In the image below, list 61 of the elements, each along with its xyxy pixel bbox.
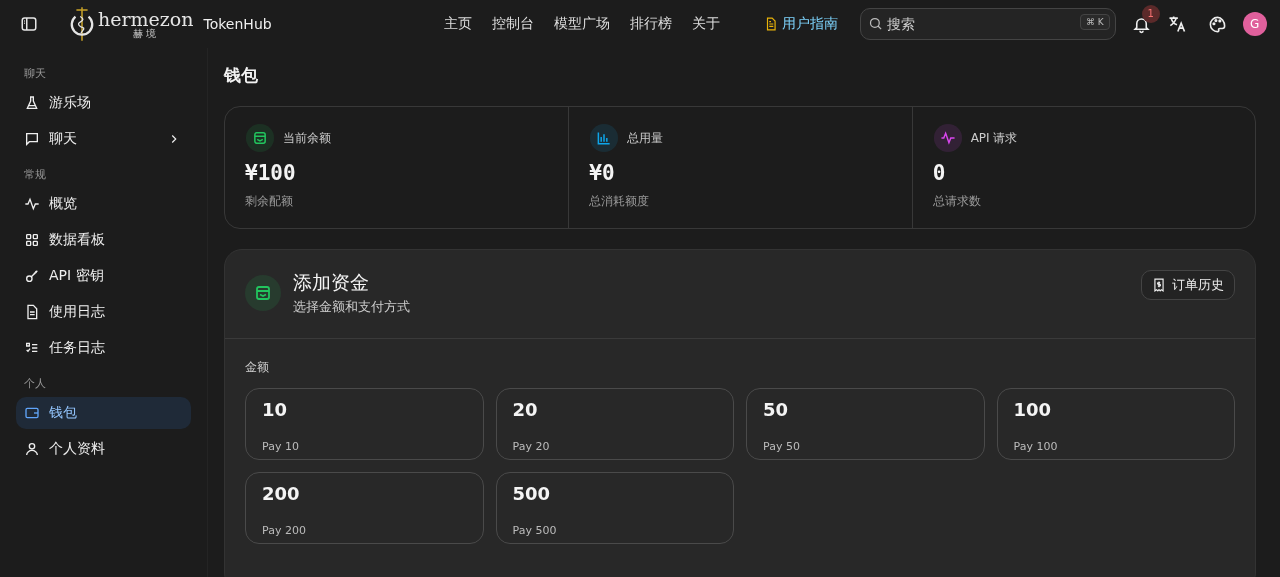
nav-link[interactable]: 关于	[691, 15, 720, 33]
sidebar-item[interactable]: 数据看板	[16, 224, 191, 256]
amount-option[interactable]: 10 Pay 10	[245, 388, 484, 460]
order-history-button[interactable]: 订单历史	[1141, 270, 1235, 300]
amount-option[interactable]: 50 Pay 50	[746, 388, 985, 460]
stat-value: ¥100	[245, 161, 297, 185]
guide-link[interactable]: 用户指南	[763, 15, 838, 33]
amount-option[interactable]: 500 Pay 500	[495, 472, 734, 544]
stat-label: API 请求	[970, 129, 1018, 147]
search-icon	[867, 16, 883, 31]
stat-value: ¥0	[589, 161, 616, 185]
logo-subtitle: 赫境	[132, 28, 159, 39]
section-heading: 个人	[23, 376, 47, 392]
section-heading: 常规	[23, 167, 47, 183]
nav-link[interactable]: 排行榜	[629, 15, 672, 33]
card-title: 添加资金	[293, 270, 370, 295]
wallet-icon	[245, 275, 281, 311]
section-heading: 聊天	[23, 66, 47, 82]
logo-emblem-icon	[68, 5, 96, 43]
guide-label: 用户指南	[781, 15, 838, 33]
sidebar-item[interactable]: 个人资料	[16, 433, 191, 465]
card-subtitle: 选择金额和支付方式	[293, 298, 411, 316]
stat-caption: 总消耗额度	[589, 193, 651, 210]
icon-background	[933, 123, 962, 153]
sidebar-item[interactable]: 聊天	[16, 123, 191, 155]
nav-link[interactable]: 主页	[443, 15, 472, 33]
logo-wordmark: hermezon	[98, 9, 194, 29]
palette-icon[interactable]	[1207, 14, 1227, 34]
chat-icon	[24, 131, 40, 147]
stat-label: 当前余额	[283, 129, 331, 147]
amount-option[interactable]: 200 Pay 200	[245, 472, 484, 544]
flask-icon	[24, 95, 40, 111]
sidebar-item[interactable]: 钱包	[16, 397, 191, 429]
pulse-icon	[24, 196, 40, 212]
sidebar-toggle-icon[interactable]	[20, 15, 38, 33]
stat-caption: 剩余配额	[245, 193, 294, 210]
nav-link[interactable]: 控制台	[491, 15, 534, 33]
field-label: 金额	[245, 359, 270, 376]
sidebar-item[interactable]: 使用日志	[16, 296, 191, 328]
stat-value: 0	[932, 161, 947, 185]
sidebar-item[interactable]: 概览	[16, 188, 191, 220]
stat-caption: 总请求数	[932, 193, 982, 210]
user-icon	[24, 441, 40, 457]
notification-badge: 1	[1141, 4, 1160, 23]
icon-background	[245, 123, 275, 153]
stat-label: 总用量	[627, 129, 664, 147]
amount-option[interactable]: 20 Pay 20	[495, 388, 734, 460]
receipt-icon	[1152, 278, 1166, 292]
shortcut-hint: ⌘ K	[1079, 14, 1110, 30]
wallet-icon	[24, 405, 40, 421]
page-title: 钱包	[224, 64, 259, 87]
grid-icon	[24, 232, 40, 248]
file-icon	[24, 304, 40, 320]
key-icon	[24, 268, 40, 284]
sidebar-item[interactable]: API 密钥	[16, 260, 191, 292]
nav-link[interactable]: 模型广场	[553, 15, 610, 33]
amount-option[interactable]: 100 Pay 100	[996, 388, 1235, 460]
sidebar-item[interactable]: 任务日志	[16, 332, 191, 364]
sidebar-item[interactable]: 游乐场	[16, 87, 191, 119]
icon-background	[590, 123, 619, 153]
app-name: TokenHub	[203, 16, 272, 32]
